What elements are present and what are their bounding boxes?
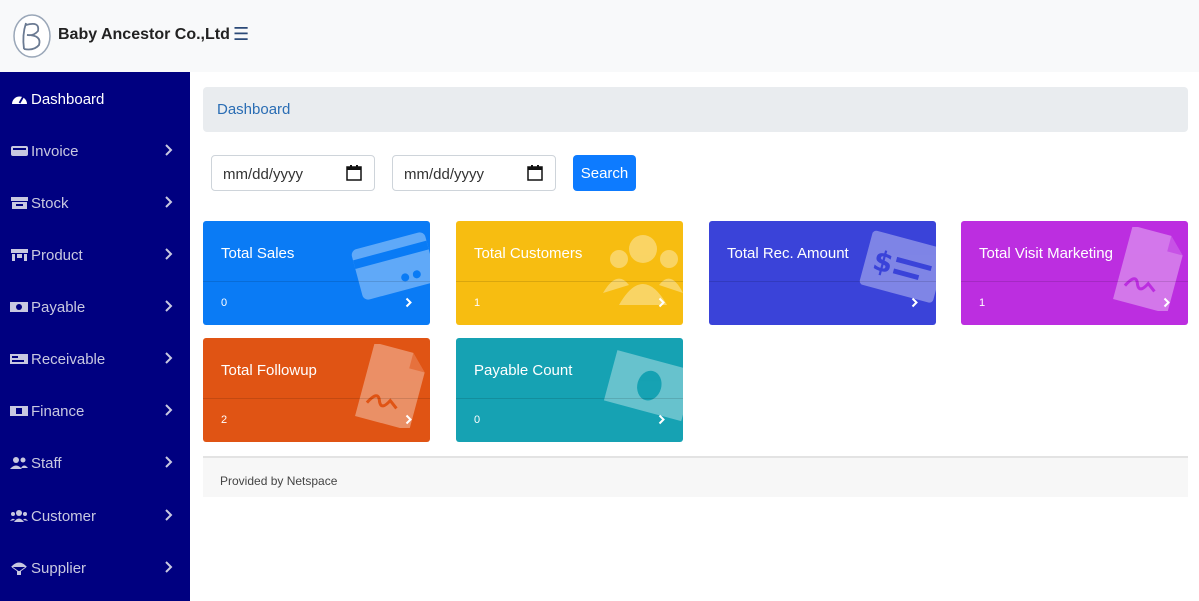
- sidebar-item-customer[interactable]: Customer: [0, 496, 190, 536]
- breadcrumb-item-dashboard[interactable]: Dashboard: [217, 101, 290, 118]
- sidebar-item-label: Receivable: [31, 350, 106, 368]
- card-value: 2: [221, 414, 228, 426]
- chevron-right-icon: [405, 297, 412, 308]
- file-signature-icon: [355, 344, 425, 428]
- money-bill-icon: [10, 301, 28, 313]
- card-title: Total Customers: [474, 245, 583, 262]
- sidebar-item-stock[interactable]: Stock: [0, 183, 190, 223]
- start-date-placeholder: mm/dd/yyyy: [223, 166, 304, 183]
- total-visit-marketing-card[interactable]: Total Visit Marketing 1: [961, 221, 1188, 325]
- parachute-icon: [10, 561, 28, 576]
- money-check-icon: $: [859, 230, 936, 303]
- sidebar-item-label: Payable: [31, 298, 86, 316]
- chevron-right-icon: [165, 456, 173, 468]
- sidebar-item-label: Customer: [31, 507, 97, 525]
- warehouse-icon: [10, 196, 28, 210]
- sidebar-item-invoice[interactable]: Invoice: [0, 131, 190, 171]
- card-divider: [203, 398, 430, 399]
- card-title: Payable Count: [474, 362, 573, 379]
- chevron-right-icon: [658, 297, 665, 308]
- chevron-right-icon: [165, 352, 173, 364]
- file-signature-icon: [1113, 227, 1183, 311]
- sidebar-item-label: Supplier: [31, 559, 87, 577]
- total-rec-amount-card[interactable]: $ Total Rec. Amount: [709, 221, 936, 325]
- sidebar-item-payable[interactable]: Payable: [0, 287, 190, 327]
- sidebar-item-label: Staff: [31, 454, 62, 472]
- chevron-right-icon: [165, 196, 173, 208]
- calendar-icon[interactable]: [346, 165, 362, 181]
- payable-count-card[interactable]: Payable Count 0: [456, 338, 683, 442]
- card-value: 0: [221, 297, 228, 309]
- tachometer-icon: [10, 92, 28, 106]
- search-button[interactable]: Search: [573, 155, 636, 191]
- end-date-input[interactable]: mm/dd/yyyy: [392, 155, 556, 191]
- start-date-input[interactable]: mm/dd/yyyy: [211, 155, 375, 191]
- user-friends-icon: [10, 456, 28, 470]
- total-customers-card[interactable]: Total Customers 1: [456, 221, 683, 325]
- money-bill-icon: [603, 350, 683, 422]
- store-icon: [10, 248, 28, 262]
- sidebar-item-finance[interactable]: Finance: [0, 391, 190, 431]
- chevron-right-icon: [165, 561, 173, 573]
- sidebar-item-label: Finance: [31, 402, 85, 420]
- card-title: Total Followup: [221, 362, 317, 379]
- sidebar: Dashboard Invoice Stock Product Payable …: [0, 72, 190, 601]
- company-name: Baby Ancestor Co.,Ltd: [58, 26, 230, 43]
- chevron-right-icon: [1163, 297, 1170, 308]
- card-value: 1: [979, 297, 986, 309]
- sidebar-item-label: Dashboard: [31, 90, 105, 108]
- total-sales-card[interactable]: Total Sales 0: [203, 221, 430, 325]
- sidebar-item-staff[interactable]: Staff: [0, 443, 190, 483]
- sidebar-item-receivable[interactable]: Receivable: [0, 339, 190, 379]
- users-icon: [603, 235, 683, 305]
- card-value: 0: [474, 414, 481, 426]
- credit-card-icon: [351, 232, 430, 300]
- card-divider: [456, 398, 683, 399]
- card-divider: [456, 281, 683, 282]
- card-title: Total Sales: [221, 245, 295, 262]
- sidebar-item-supplier[interactable]: Supplier: [0, 548, 190, 588]
- card-divider: [709, 281, 936, 282]
- sidebar-item-label: Product: [31, 246, 83, 264]
- calendar-icon[interactable]: [527, 165, 543, 181]
- chevron-right-icon: [165, 509, 173, 521]
- users-icon: [10, 509, 28, 523]
- card-title: Total Rec. Amount: [727, 245, 849, 262]
- chevron-right-icon: [911, 297, 918, 308]
- invoice-icon: [10, 145, 28, 157]
- sidebar-item-dashboard[interactable]: Dashboard: [0, 79, 190, 119]
- card-title: Total Visit Marketing: [979, 245, 1113, 262]
- end-date-placeholder: mm/dd/yyyy: [404, 166, 485, 183]
- card-value: 1: [474, 297, 481, 309]
- chevron-right-icon: [165, 248, 173, 260]
- sidebar-item-product[interactable]: Product: [0, 235, 190, 275]
- footer-text: Provided by Netspace: [220, 474, 338, 488]
- receipt-icon: [10, 353, 28, 365]
- total-followup-card[interactable]: Total Followup 2: [203, 338, 430, 442]
- card-divider: [203, 281, 430, 282]
- chevron-right-icon: [405, 414, 412, 425]
- card-divider: [961, 281, 1188, 282]
- sidebar-item-label: Stock: [31, 194, 69, 212]
- menu-toggle-icon[interactable]: ☰: [233, 24, 249, 45]
- breadcrumb: Dashboard: [203, 87, 1188, 132]
- top-navbar: Baby Ancestor Co.,Ltd ☰: [0, 0, 1199, 72]
- chevron-right-icon: [658, 414, 665, 425]
- money-icon: [10, 405, 28, 417]
- chevron-right-icon: [165, 144, 173, 156]
- company-logo: [13, 14, 51, 58]
- chevron-right-icon: [165, 300, 173, 312]
- chevron-right-icon: [165, 404, 173, 416]
- footer: Provided by Netspace: [203, 456, 1188, 497]
- sidebar-item-label: Invoice: [31, 142, 79, 160]
